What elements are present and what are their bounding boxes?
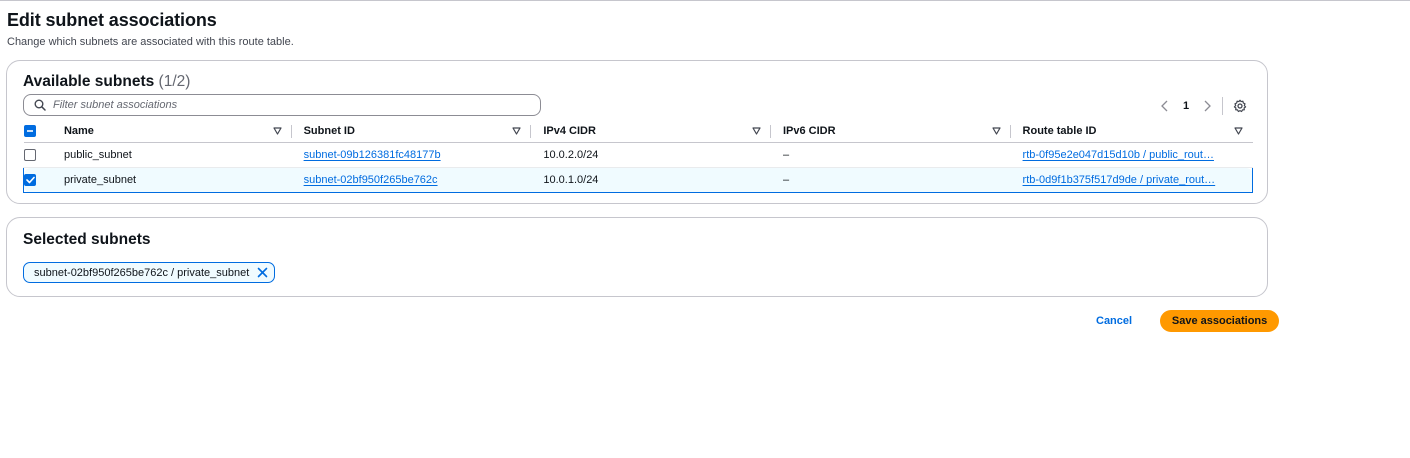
route-table-link[interactable]: rtb-0f95e2e047d15d10b / public_rout…: [1023, 149, 1214, 161]
subnet-id-link[interactable]: subnet-09b126381fc48177b: [304, 149, 441, 161]
cell-ipv6: –: [770, 142, 1011, 168]
row-select-cell: [23, 142, 52, 168]
ipv4-cidr: 10.0.2.0/24: [543, 149, 599, 161]
sort-down-icon[interactable]: [752, 126, 761, 135]
sort-down-icon[interactable]: [512, 126, 521, 135]
cancel-button[interactable]: Cancel: [1090, 310, 1138, 332]
cell-ipv4: 10.0.2.0/24: [531, 142, 771, 168]
subnet-name: private_subnet: [63, 174, 137, 186]
current-page[interactable]: 1: [1183, 100, 1189, 112]
cell-route-table: rtb-0f95e2e047d15d10b / public_rout…: [1010, 142, 1253, 168]
form-actions: Cancel Save associations: [1090, 310, 1280, 332]
table-header-row: Name Subnet ID IPv4 CIDR IPv6 CIDR Route…: [23, 119, 1253, 143]
column-label-ipv4: IPv4 CIDR: [543, 124, 596, 137]
chevron-left-icon[interactable]: [1160, 100, 1170, 112]
ipv6-cidr: –: [782, 174, 790, 186]
pager-divider: [1222, 97, 1224, 115]
table-row[interactable]: public_subnet subnet-09b126381fc48177b 1…: [23, 142, 1253, 168]
row-checkbox-checked[interactable]: [24, 174, 36, 187]
page-header: Edit subnet associations Change which su…: [7, 8, 294, 49]
available-subnets-heading: Available subnets (1/2): [23, 72, 190, 92]
column-label-ipv6: IPv6 CIDR: [782, 124, 836, 137]
column-label-name: Name: [63, 124, 94, 137]
checkmark-icon: [25, 176, 35, 184]
column-header-subnet-id[interactable]: Subnet ID: [291, 119, 532, 143]
select-all-checkbox[interactable]: [23, 124, 36, 137]
available-subnets-panel: Available subnets (1/2) 1: [6, 60, 1268, 204]
cell-route-table: rtb-0d9f1b375f517d9de / private_rout…: [1010, 167, 1253, 193]
cell-name: public_subnet: [51, 142, 292, 168]
row-select-cell: [22, 167, 52, 193]
cell-ipv4: 10.0.1.0/24: [531, 167, 771, 193]
route-table-link[interactable]: rtb-0d9f1b375f517d9de / private_rout…: [1023, 174, 1216, 186]
available-subnets-title: Available subnets: [23, 73, 155, 90]
cell-subnet-id: subnet-02bf950f265be762c: [291, 167, 532, 193]
token-label: subnet-02bf950f265be762c / private_subne…: [34, 266, 250, 279]
chevron-right-icon[interactable]: [1202, 100, 1212, 112]
column-header-name[interactable]: Name: [51, 119, 292, 143]
page-title: Edit subnet associations: [7, 10, 217, 30]
cell-ipv6: –: [770, 167, 1011, 193]
save-associations-button[interactable]: Save associations: [1160, 310, 1280, 332]
selected-subnets-panel: Selected subnets subnet-02bf950f265be762…: [6, 217, 1268, 297]
filter-box[interactable]: [23, 94, 541, 116]
top-divider: [0, 0, 1410, 1]
column-header-ipv6[interactable]: IPv6 CIDR: [770, 119, 1011, 143]
ipv6-cidr: –: [782, 149, 790, 161]
gear-icon[interactable]: [1233, 99, 1247, 113]
selected-subnet-token: subnet-02bf950f265be762c / private_subne…: [23, 262, 276, 283]
column-header-ipv4[interactable]: IPv4 CIDR: [531, 119, 771, 143]
subnet-id-link[interactable]: subnet-02bf950f265be762c: [304, 174, 438, 186]
column-header-route-table[interactable]: Route table ID: [1010, 119, 1253, 143]
page-description: Change which subnets are associated with…: [7, 36, 294, 48]
column-label-route-table: Route table ID: [1022, 124, 1097, 137]
column-label-subnet-id: Subnet ID: [303, 124, 355, 137]
filter-input[interactable]: [53, 99, 503, 111]
close-icon[interactable]: [257, 267, 268, 278]
table-row-selected[interactable]: private_subnet subnet-02bf950f265be762c …: [22, 167, 1253, 193]
indeterminate-icon: [26, 129, 33, 132]
sort-down-icon[interactable]: [272, 126, 282, 135]
row-checkbox[interactable]: [23, 149, 36, 162]
sort-down-icon[interactable]: [1233, 126, 1243, 135]
pagination: 1: [1160, 97, 1247, 115]
sort-down-icon[interactable]: [991, 126, 1001, 135]
selected-subnets-title: Selected subnets: [23, 231, 151, 248]
header-select-all-cell: [23, 119, 52, 143]
subnets-table: Name Subnet ID IPv4 CIDR IPv6 CIDR Route…: [22, 119, 1253, 193]
cell-subnet-id: subnet-09b126381fc48177b: [291, 142, 532, 168]
search-icon: [34, 99, 46, 111]
subnet-name: public_subnet: [63, 149, 132, 161]
selection-count: (1/2): [158, 73, 191, 90]
cell-name: private_subnet: [51, 167, 292, 193]
ipv4-cidr: 10.0.1.0/24: [543, 174, 599, 186]
